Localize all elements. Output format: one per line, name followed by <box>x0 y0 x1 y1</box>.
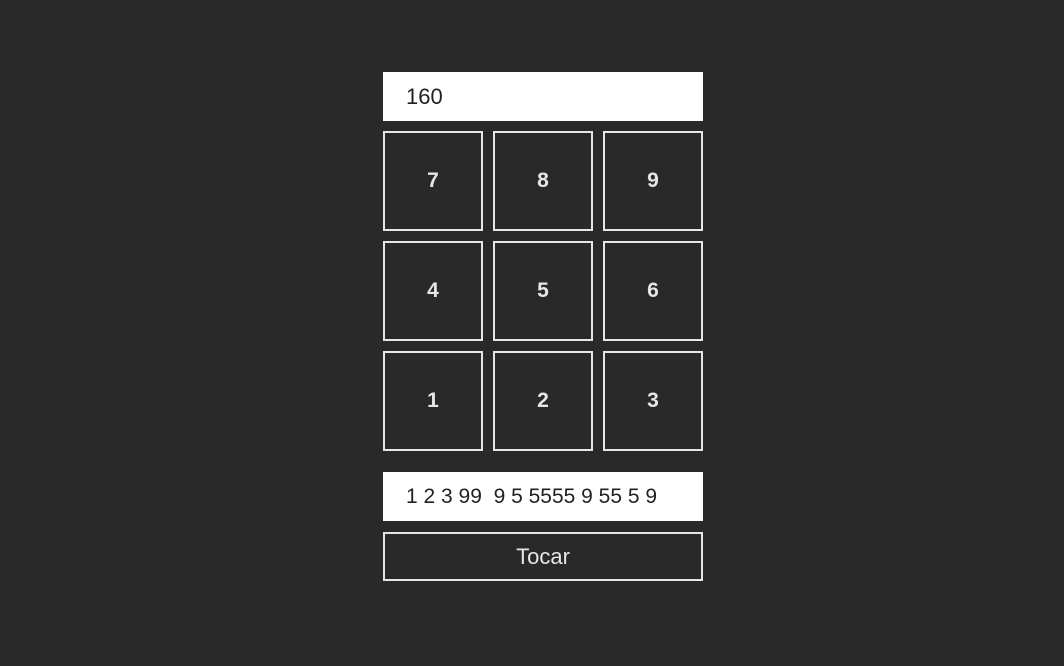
key-7[interactable]: 7 <box>383 131 483 231</box>
key-6[interactable]: 6 <box>603 241 703 341</box>
key-5[interactable]: 5 <box>493 241 593 341</box>
keypad: 7 8 9 4 5 6 1 2 3 <box>383 131 703 451</box>
key-4[interactable]: 4 <box>383 241 483 341</box>
key-3[interactable]: 3 <box>603 351 703 451</box>
tempo-input[interactable] <box>383 72 703 121</box>
app-container: 7 8 9 4 5 6 1 2 3 Tocar <box>383 72 703 581</box>
key-9[interactable]: 9 <box>603 131 703 231</box>
play-button[interactable]: Tocar <box>383 532 703 581</box>
key-2[interactable]: 2 <box>493 351 593 451</box>
sequence-input[interactable] <box>383 472 703 521</box>
key-1[interactable]: 1 <box>383 351 483 451</box>
key-8[interactable]: 8 <box>493 131 593 231</box>
